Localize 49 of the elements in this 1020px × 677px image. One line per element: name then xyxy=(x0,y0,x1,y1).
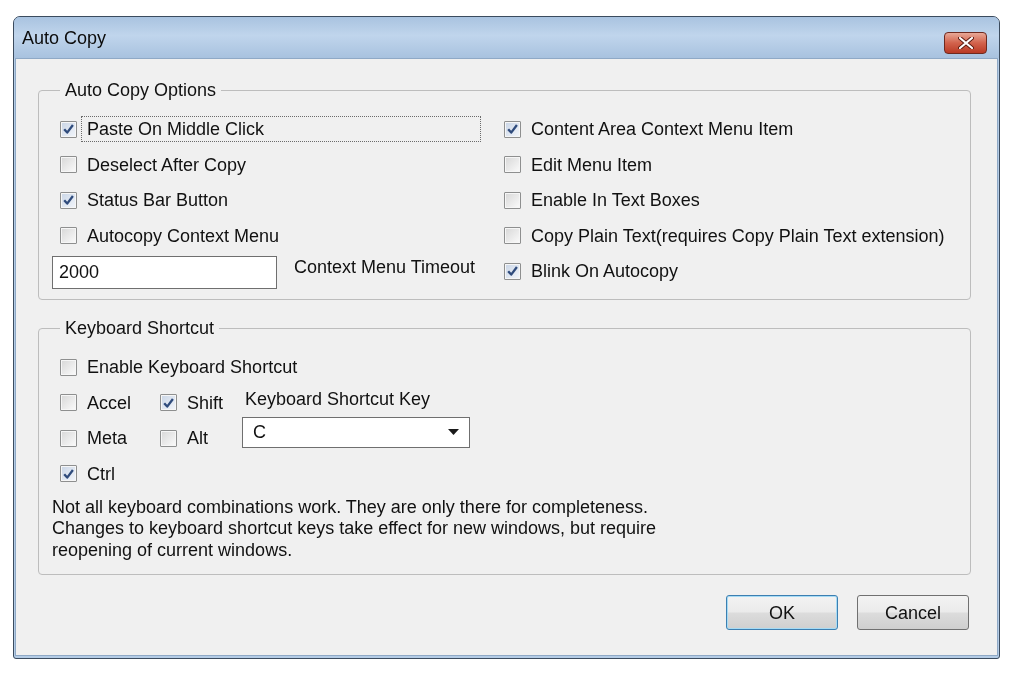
option-label: Paste On Middle Click xyxy=(81,116,481,143)
key-dropdown[interactable]: C xyxy=(242,416,470,448)
checkbox[interactable] xyxy=(60,120,77,138)
option-label: Status Bar Button xyxy=(86,189,230,213)
check-icon xyxy=(507,266,518,277)
check-icon xyxy=(163,397,174,408)
checkbox[interactable] xyxy=(60,358,77,376)
option-label: Autocopy Context Menu xyxy=(86,224,281,248)
checkbox[interactable] xyxy=(160,394,177,412)
checkbox[interactable] xyxy=(60,394,77,412)
option-label: Ctrl xyxy=(86,462,116,486)
check-icon xyxy=(63,124,74,135)
checkbox[interactable] xyxy=(60,465,77,483)
checkbox[interactable] xyxy=(60,191,77,209)
option-label: Alt xyxy=(186,427,209,451)
option-label: Enable Keyboard Shortcut xyxy=(86,356,299,380)
help-text: Not all keyboard combinations work. They are only there for completeness. Changes to keyboard shortcut keys take effect for new windows, but require reopening of current windows. xyxy=(52,496,657,562)
close-button[interactable] xyxy=(944,32,987,54)
option-label: Copy Plain Text(requires Copy Plain Text extension) xyxy=(530,224,946,248)
check-icon xyxy=(63,468,74,479)
checkbox[interactable] xyxy=(60,156,77,174)
close-icon xyxy=(957,37,974,49)
option-label: Enable In Text Boxes xyxy=(530,189,701,213)
dialog-button[interactable]: Cancel xyxy=(857,595,969,631)
checkbox[interactable] xyxy=(504,262,521,280)
checkbox[interactable] xyxy=(504,156,521,174)
check-icon xyxy=(507,124,518,135)
checkbox[interactable] xyxy=(504,227,521,245)
option-label: Content Area Context Menu Item xyxy=(530,118,795,142)
option-label: Meta xyxy=(86,427,129,451)
option-label: Deselect After Copy xyxy=(86,153,248,177)
caret-icon xyxy=(448,429,459,435)
option-label: Edit Menu Item xyxy=(530,153,654,177)
option-label: Accel xyxy=(86,391,132,415)
dialog-button[interactable]: OK xyxy=(726,595,838,631)
checkbox[interactable] xyxy=(60,227,77,245)
checkbox[interactable] xyxy=(504,191,521,209)
checkbox[interactable] xyxy=(60,429,77,447)
field-label: Keyboard Shortcut Key xyxy=(244,388,431,410)
option-label: Blink On Autocopy xyxy=(530,260,680,284)
field-label: Context Menu Timeout xyxy=(294,256,476,278)
checkbox[interactable] xyxy=(504,120,521,138)
window-title: Auto Copy xyxy=(22,26,107,49)
group-title: Auto Copy Options xyxy=(64,79,218,101)
group-title: Keyboard Shortcut xyxy=(64,317,216,339)
option-label: Shift xyxy=(186,391,225,415)
checkbox[interactable] xyxy=(160,429,177,447)
check-icon xyxy=(63,195,74,206)
timeout-field[interactable]: 2000 xyxy=(52,256,277,289)
